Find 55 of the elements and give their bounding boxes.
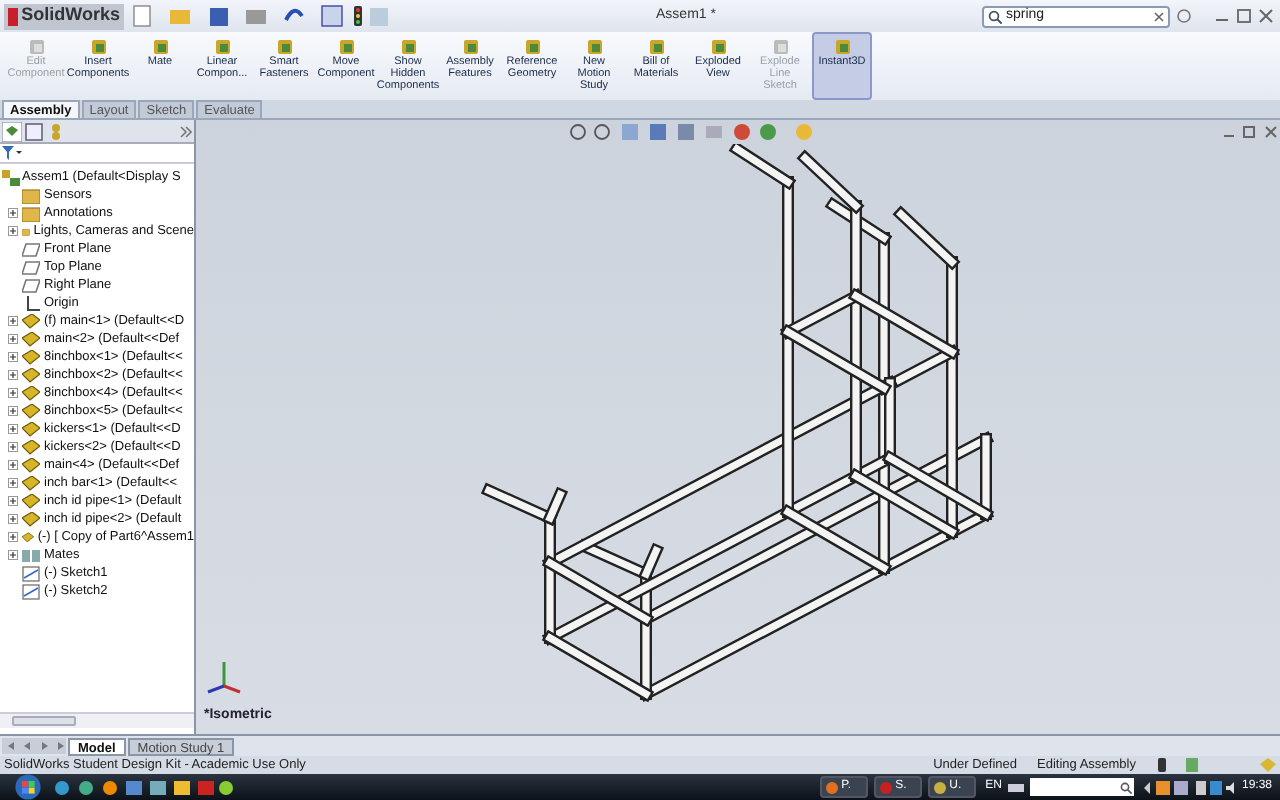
tool-icon — [523, 38, 541, 56]
property-tab-icon[interactable] — [24, 121, 44, 141]
expand-panel-icon[interactable] — [180, 125, 192, 137]
taskbar-search-field[interactable] — [1029, 778, 1134, 796]
logo-icon — [8, 7, 18, 25]
app-icon — [879, 781, 892, 793]
tool-icon — [461, 38, 479, 56]
tool-icon — [275, 38, 293, 56]
expand-icon[interactable] — [8, 550, 18, 560]
tool-icon — [151, 38, 169, 56]
tree-tab-icon[interactable] — [2, 121, 22, 141]
tool-icon — [647, 38, 665, 56]
expand-icon[interactable] — [8, 460, 18, 470]
expand-icon[interactable] — [8, 532, 18, 542]
expand-icon[interactable] — [8, 226, 18, 236]
status-icons — [1156, 758, 1200, 772]
quick-launch-icons[interactable] — [54, 779, 234, 795]
tool-icon — [337, 38, 355, 56]
filter-icon[interactable] — [2, 146, 22, 160]
expand-icon[interactable] — [8, 316, 18, 326]
tool-icon — [213, 38, 231, 56]
expand-icon[interactable] — [8, 370, 18, 380]
quick-access-icons[interactable] — [130, 4, 390, 28]
tool-icon — [399, 38, 417, 56]
viewport-window-controls[interactable] — [1220, 124, 1280, 140]
expand-icon[interactable] — [8, 514, 18, 524]
expand-icon[interactable] — [8, 478, 18, 488]
expand-icon[interactable] — [8, 442, 18, 452]
expand-icon[interactable] — [8, 388, 18, 398]
keyboard-icon — [1007, 783, 1024, 791]
tool-icon — [27, 38, 45, 56]
expand-icon[interactable] — [8, 208, 18, 218]
tool-icon — [709, 38, 727, 56]
expand-icon[interactable] — [8, 406, 18, 416]
app-icon — [825, 781, 838, 793]
window-controls[interactable] — [1176, 6, 1276, 26]
horizontal-scrollbar[interactable] — [0, 712, 194, 728]
app-icon — [933, 781, 946, 793]
expand-icon[interactable] — [8, 334, 18, 344]
clear-icon[interactable] — [1154, 11, 1164, 21]
expand-icon[interactable] — [8, 496, 18, 506]
tab-scroll-arrows[interactable] — [2, 738, 66, 754]
tool-icon — [771, 38, 789, 56]
tool-icon — [585, 38, 603, 56]
tool-icon — [89, 38, 107, 56]
tool-icon — [833, 38, 851, 56]
assembly-icon — [2, 169, 20, 185]
origin-icon — [22, 295, 40, 311]
app-name: SolidWorks — [21, 2, 120, 29]
mates-icon — [22, 547, 40, 563]
expand-icon[interactable] — [8, 352, 18, 362]
expand-icon[interactable] — [8, 424, 18, 434]
search-icon — [988, 9, 1002, 23]
tray-icons[interactable] — [1139, 779, 1236, 795]
search-icon — [1119, 781, 1132, 793]
